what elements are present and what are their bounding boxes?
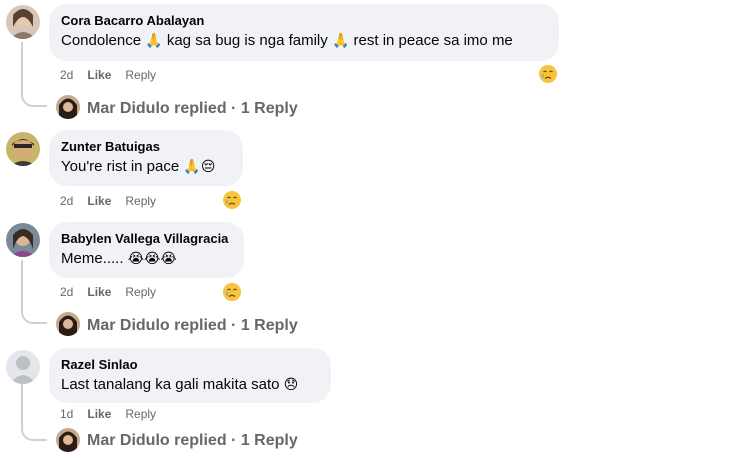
replier-name: Mar Didulo xyxy=(87,432,170,449)
comment-text: Condolence 🙏 kag sa bug is nga family 🙏 … xyxy=(61,31,547,51)
crying-face-icon[interactable] xyxy=(222,282,242,302)
comment-author[interactable]: Razel Sinlao xyxy=(61,356,319,373)
crying-face-icon[interactable] xyxy=(538,64,558,84)
view-replies-link[interactable]: Mar Didulo replied · 1 Reply xyxy=(87,98,298,120)
thread-line xyxy=(21,260,23,309)
comment-bubble: Zunter Batuigas You're rist in pace 🙏😔 xyxy=(49,130,243,186)
disappointed-face-emoji: 😞 xyxy=(283,377,299,393)
replied-word: replied xyxy=(174,317,227,334)
comment-text: Meme..... 😭😭😭 xyxy=(61,249,232,269)
thread-line xyxy=(21,384,23,426)
replied-word: replied xyxy=(174,100,227,117)
comment-actions: 2d Like Reply xyxy=(60,284,170,300)
avatar-babylen[interactable] xyxy=(6,223,40,257)
thread-connector xyxy=(21,425,47,441)
comment-text-part: kag sa bug is nga family xyxy=(162,32,332,49)
like-button[interactable]: Like xyxy=(87,68,111,82)
loudly-crying-face-emoji: 😭 xyxy=(127,251,145,267)
reply-button[interactable]: Reply xyxy=(125,68,156,82)
reply-count: 1 Reply xyxy=(240,317,298,334)
thread-line xyxy=(21,42,23,92)
thread-connector xyxy=(21,308,47,324)
avatar-mar xyxy=(56,428,80,452)
comment-author[interactable]: Babylen Vallega Villagracia xyxy=(61,230,232,247)
comment-time[interactable]: 2d xyxy=(60,194,73,208)
view-replies-link[interactable]: Mar Didulo replied · 1 Reply xyxy=(87,315,298,337)
view-replies-link[interactable]: Mar Didulo replied · 1 Reply xyxy=(87,430,298,452)
reply-count: 1 Reply xyxy=(240,432,298,449)
reply-button[interactable]: Reply xyxy=(125,407,156,421)
reply-button[interactable]: Reply xyxy=(125,285,156,299)
reply-button[interactable]: Reply xyxy=(125,194,156,208)
comment-text-part: Last tanalang ka gali makita sato xyxy=(61,376,284,393)
thread-connector xyxy=(21,91,47,107)
folded-hands-emoji: 🙏 xyxy=(145,33,163,49)
comment-bubble: Razel Sinlao Last tanalang ka gali makit… xyxy=(49,348,331,403)
comment-text-part: Meme..... xyxy=(61,250,128,267)
like-button[interactable]: Like xyxy=(87,285,111,299)
comment-text: You're rist in pace 🙏😔 xyxy=(61,157,231,177)
separator-dot: · xyxy=(231,317,237,334)
like-button[interactable]: Like xyxy=(87,194,111,208)
comment-bubble: Babylen Vallega Villagracia Meme..... 😭😭… xyxy=(49,222,244,278)
comment-time[interactable]: 2d xyxy=(60,285,73,299)
comment-actions: 2d Like Reply xyxy=(60,193,170,209)
avatar-razel[interactable] xyxy=(6,350,40,384)
comment-text: Last tanalang ka gali makita sato 😞 xyxy=(61,375,319,395)
comment-text-part: You're rist in pace xyxy=(61,158,184,175)
comment-time[interactable]: 2d xyxy=(60,68,73,82)
comment-text-part: rest in peace sa imo me xyxy=(349,32,513,49)
avatar-cora[interactable] xyxy=(6,5,40,39)
comment-time[interactable]: 1d xyxy=(60,407,73,421)
comment-actions: 1d Like Reply xyxy=(60,406,170,422)
reply-count: 1 Reply xyxy=(240,100,298,117)
loudly-crying-face-emoji: 😭 xyxy=(144,251,161,267)
avatar-mar xyxy=(56,312,80,336)
comment-text-part: Condolence xyxy=(61,32,146,49)
like-button[interactable]: Like xyxy=(87,407,111,421)
replier-name: Mar Didulo xyxy=(87,317,170,334)
loudly-crying-face-emoji: 😭 xyxy=(160,251,177,267)
separator-dot: · xyxy=(231,100,237,117)
pensive-face-emoji: 😔 xyxy=(200,159,216,175)
comment-actions: 2d Like Reply xyxy=(60,67,170,83)
avatar-mar xyxy=(56,95,80,119)
crying-face-icon[interactable] xyxy=(222,190,242,210)
separator-dot: · xyxy=(231,432,237,449)
folded-hands-emoji: 🙏 xyxy=(183,159,201,175)
comment-bubble: Cora Bacarro Abalayan Condolence 🙏 kag s… xyxy=(49,4,559,61)
comment-author[interactable]: Zunter Batuigas xyxy=(61,138,231,155)
avatar-zunter[interactable] xyxy=(6,132,40,166)
comment-author[interactable]: Cora Bacarro Abalayan xyxy=(61,12,547,29)
folded-hands-emoji: 🙏 xyxy=(331,33,350,49)
replier-name: Mar Didulo xyxy=(87,100,170,117)
replied-word: replied xyxy=(174,432,227,449)
